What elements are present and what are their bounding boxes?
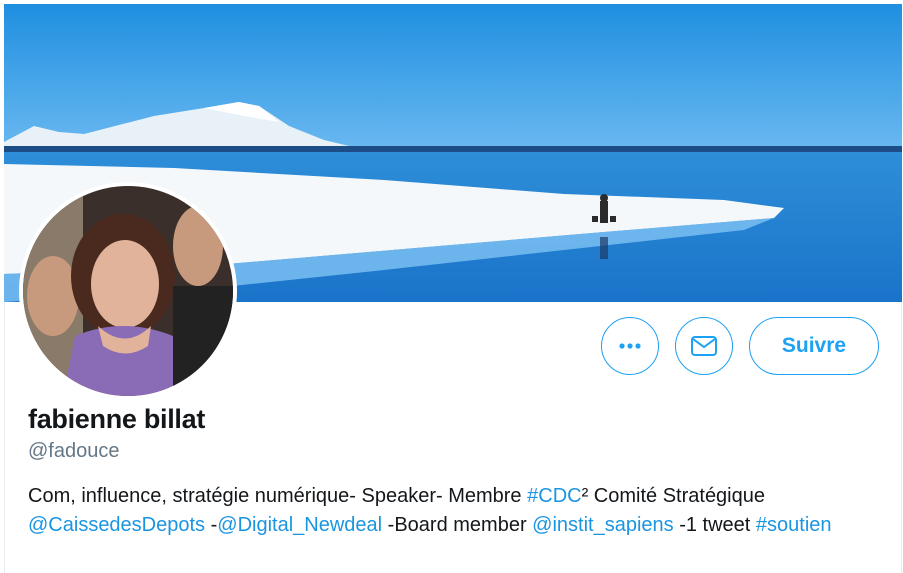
bio-mention-link[interactable]: @Digital_Newdeal [217,514,382,536]
profile-bio: Com, influence, stratégie numérique- Spe… [28,482,878,540]
follow-button[interactable]: Suivre [749,317,879,375]
envelope-icon [691,336,717,356]
bio-text: Com, influence, stratégie numérique- Spe… [28,485,528,507]
bio-text: -1 tweet [673,514,756,536]
bio-text: ² Comité Stratégique [581,485,765,507]
display-name: fabienne billat [28,404,206,434]
bio-mention-link[interactable]: @CaissedesDepots [28,514,205,536]
avatar-image [23,186,233,396]
message-button[interactable] [675,317,733,375]
user-handle: @fadouce [28,440,120,462]
bio-mention-link[interactable]: @instit_sapiens [532,514,673,536]
bio-text: -Board member [382,514,533,536]
profile-avatar[interactable] [19,182,237,400]
profile-actions: Suivre [601,317,879,375]
bio-hashtag-link[interactable]: #CDC [527,485,581,507]
bio-text: - [205,514,218,536]
more-options-button[interactable] [601,317,659,375]
more-dots-icon [619,343,641,349]
bio-hashtag-link[interactable]: #soutien [756,514,832,536]
